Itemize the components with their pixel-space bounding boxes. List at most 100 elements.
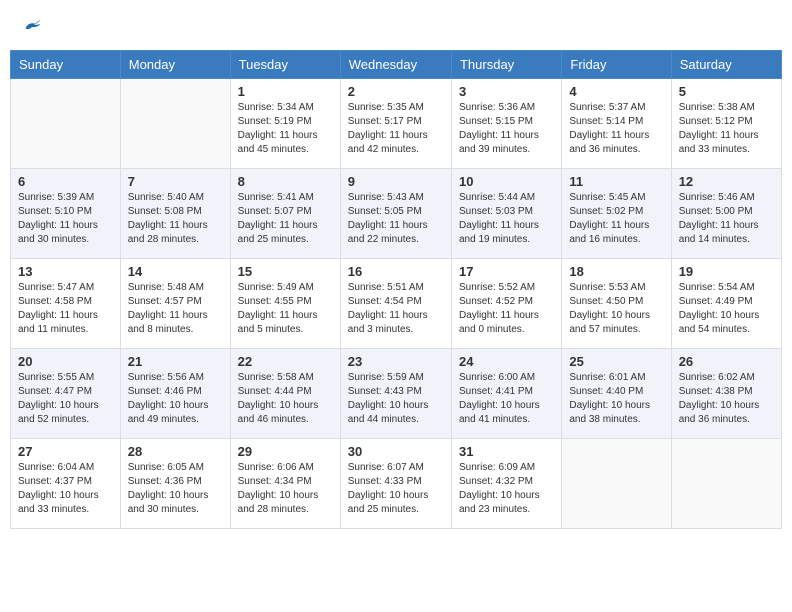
day-number: 6 xyxy=(18,174,113,189)
calendar-cell: 11 Sunrise: 5:45 AM Sunset: 5:02 PM Dayli… xyxy=(562,169,671,259)
calendar-cell: 20Sunrise: 5:55 AM Sunset: 4:47 PM Dayli… xyxy=(11,349,121,439)
day-number: 12 xyxy=(679,174,774,189)
logo xyxy=(20,15,42,35)
day-number: 28 xyxy=(128,444,223,459)
day-info: Sunrise: 5:56 AM Sunset: 4:46 PM Dayligh… xyxy=(128,371,223,427)
calendar-cell: 6 Sunrise: 5:39 AM Sunset: 5:10 PM Daylig… xyxy=(11,169,121,259)
calendar-cell: 12 Sunrise: 5:46 AM Sunset: 5:00 PM Dayli… xyxy=(671,169,781,259)
calendar-cell: 16 Sunrise: 5:51 AM Sunset: 4:54 PM Dayli… xyxy=(340,259,451,349)
day-info: Sunrise: 6:02 AM Sunset: 4:38 PM Dayligh… xyxy=(679,371,774,427)
calendar-week-row: 6 Sunrise: 5:39 AM Sunset: 5:10 PM Daylig… xyxy=(11,169,782,259)
day-number: 29 xyxy=(238,444,333,459)
calendar-cell: 8Sunrise: 5:41 AM Sunset: 5:07 PM Daylig… xyxy=(230,169,340,259)
day-info: Sunrise: 5:36 AM Sunset: 5:15 PM Dayligh… xyxy=(459,101,554,157)
day-number: 9 xyxy=(348,174,444,189)
day-number: 25 xyxy=(569,354,663,369)
day-number: 30 xyxy=(348,444,444,459)
day-info: Sunrise: 5:52 AM Sunset: 4:52 PM Dayligh… xyxy=(459,281,554,337)
day-number: 27 xyxy=(18,444,113,459)
calendar-cell: 10 Sunrise: 5:44 AM Sunset: 5:03 PM Dayli… xyxy=(451,169,561,259)
calendar-cell: 27Sunrise: 6:04 AM Sunset: 4:37 PM Dayli… xyxy=(11,439,121,529)
day-info: Sunrise: 6:01 AM Sunset: 4:40 PM Dayligh… xyxy=(569,371,663,427)
calendar-cell: 19 Sunrise: 5:54 AM Sunset: 4:49 PM Dayli… xyxy=(671,259,781,349)
day-number: 26 xyxy=(679,354,774,369)
page-header xyxy=(10,10,782,40)
day-number: 31 xyxy=(459,444,554,459)
calendar-cell: 29 Sunrise: 6:06 AM Sunset: 4:34 PM Dayli… xyxy=(230,439,340,529)
day-of-week-header: Tuesday xyxy=(230,51,340,79)
day-of-week-header: Saturday xyxy=(671,51,781,79)
day-info: Sunrise: 5:53 AM Sunset: 4:50 PM Dayligh… xyxy=(569,281,663,337)
day-of-week-header: Friday xyxy=(562,51,671,79)
calendar-cell: 9Sunrise: 5:43 AM Sunset: 5:05 PM Daylig… xyxy=(340,169,451,259)
day-info: Sunrise: 5:38 AM Sunset: 5:12 PM Dayligh… xyxy=(679,101,774,157)
calendar-cell: 22Sunrise: 5:58 AM Sunset: 4:44 PM Dayli… xyxy=(230,349,340,439)
day-number: 10 xyxy=(459,174,554,189)
day-info: Sunrise: 5:45 AM Sunset: 5:02 PM Dayligh… xyxy=(569,191,663,247)
day-info: Sunrise: 5:48 AM Sunset: 4:57 PM Dayligh… xyxy=(128,281,223,337)
day-info: Sunrise: 5:44 AM Sunset: 5:03 PM Dayligh… xyxy=(459,191,554,247)
calendar-cell: 31 Sunrise: 6:09 AM Sunset: 4:32 PM Dayli… xyxy=(451,439,561,529)
day-of-week-header: Sunday xyxy=(11,51,121,79)
calendar-cell: 13Sunrise: 5:47 AM Sunset: 4:58 PM Dayli… xyxy=(11,259,121,349)
day-number: 19 xyxy=(679,264,774,279)
calendar-cell: 21Sunrise: 5:56 AM Sunset: 4:46 PM Dayli… xyxy=(120,349,230,439)
day-info: Sunrise: 6:06 AM Sunset: 4:34 PM Dayligh… xyxy=(238,461,333,517)
calendar-body: 1 Sunrise: 5:34 AM Sunset: 5:19 PM Daylig… xyxy=(11,79,782,529)
day-number: 7 xyxy=(128,174,223,189)
calendar-cell: 3 Sunrise: 5:36 AM Sunset: 5:15 PM Daylig… xyxy=(451,79,561,169)
logo-bird-icon xyxy=(22,15,42,35)
day-info: Sunrise: 5:39 AM Sunset: 5:10 PM Dayligh… xyxy=(18,191,113,247)
calendar-table: SundayMondayTuesdayWednesdayThursdayFrid… xyxy=(10,50,782,529)
calendar-cell: 23 Sunrise: 5:59 AM Sunset: 4:43 PM Dayli… xyxy=(340,349,451,439)
day-number: 1 xyxy=(238,84,333,99)
day-number: 4 xyxy=(569,84,663,99)
day-number: 2 xyxy=(348,84,444,99)
day-info: Sunrise: 5:34 AM Sunset: 5:19 PM Dayligh… xyxy=(238,101,333,157)
day-number: 14 xyxy=(128,264,223,279)
day-info: Sunrise: 6:05 AM Sunset: 4:36 PM Dayligh… xyxy=(128,461,223,517)
calendar-cell xyxy=(11,79,121,169)
day-info: Sunrise: 5:46 AM Sunset: 5:00 PM Dayligh… xyxy=(679,191,774,247)
day-number: 3 xyxy=(459,84,554,99)
calendar-cell: 5 Sunrise: 5:38 AM Sunset: 5:12 PM Daylig… xyxy=(671,79,781,169)
calendar-cell: 30 Sunrise: 6:07 AM Sunset: 4:33 PM Dayli… xyxy=(340,439,451,529)
day-number: 23 xyxy=(348,354,444,369)
calendar-cell xyxy=(671,439,781,529)
day-info: Sunrise: 5:54 AM Sunset: 4:49 PM Dayligh… xyxy=(679,281,774,337)
calendar-cell: 14 Sunrise: 5:48 AM Sunset: 4:57 PM Dayli… xyxy=(120,259,230,349)
calendar-week-row: 27Sunrise: 6:04 AM Sunset: 4:37 PM Dayli… xyxy=(11,439,782,529)
calendar-cell xyxy=(120,79,230,169)
day-number: 17 xyxy=(459,264,554,279)
day-info: Sunrise: 5:37 AM Sunset: 5:14 PM Dayligh… xyxy=(569,101,663,157)
day-info: Sunrise: 5:49 AM Sunset: 4:55 PM Dayligh… xyxy=(238,281,333,337)
day-info: Sunrise: 5:59 AM Sunset: 4:43 PM Dayligh… xyxy=(348,371,444,427)
day-number: 16 xyxy=(348,264,444,279)
calendar-cell: 26 Sunrise: 6:02 AM Sunset: 4:38 PM Dayli… xyxy=(671,349,781,439)
calendar-cell xyxy=(562,439,671,529)
calendar-header-row: SundayMondayTuesdayWednesdayThursdayFrid… xyxy=(11,51,782,79)
day-info: Sunrise: 6:09 AM Sunset: 4:32 PM Dayligh… xyxy=(459,461,554,517)
day-number: 8 xyxy=(238,174,333,189)
day-number: 13 xyxy=(18,264,113,279)
day-info: Sunrise: 5:55 AM Sunset: 4:47 PM Dayligh… xyxy=(18,371,113,427)
calendar-cell: 24Sunrise: 6:00 AM Sunset: 4:41 PM Dayli… xyxy=(451,349,561,439)
day-info: Sunrise: 5:58 AM Sunset: 4:44 PM Dayligh… xyxy=(238,371,333,427)
day-info: Sunrise: 6:00 AM Sunset: 4:41 PM Dayligh… xyxy=(459,371,554,427)
calendar-cell: 17 Sunrise: 5:52 AM Sunset: 4:52 PM Dayli… xyxy=(451,259,561,349)
day-info: Sunrise: 5:40 AM Sunset: 5:08 PM Dayligh… xyxy=(128,191,223,247)
day-of-week-header: Monday xyxy=(120,51,230,79)
calendar-cell: 2Sunrise: 5:35 AM Sunset: 5:17 PM Daylig… xyxy=(340,79,451,169)
day-of-week-header: Wednesday xyxy=(340,51,451,79)
day-info: Sunrise: 6:07 AM Sunset: 4:33 PM Dayligh… xyxy=(348,461,444,517)
day-number: 5 xyxy=(679,84,774,99)
day-number: 15 xyxy=(238,264,333,279)
day-info: Sunrise: 5:51 AM Sunset: 4:54 PM Dayligh… xyxy=(348,281,444,337)
calendar-week-row: 20Sunrise: 5:55 AM Sunset: 4:47 PM Dayli… xyxy=(11,349,782,439)
calendar-week-row: 1 Sunrise: 5:34 AM Sunset: 5:19 PM Daylig… xyxy=(11,79,782,169)
calendar-cell: 15 Sunrise: 5:49 AM Sunset: 4:55 PM Dayli… xyxy=(230,259,340,349)
day-number: 11 xyxy=(569,174,663,189)
calendar-cell: 18Sunrise: 5:53 AM Sunset: 4:50 PM Dayli… xyxy=(562,259,671,349)
calendar-cell: 25 Sunrise: 6:01 AM Sunset: 4:40 PM Dayli… xyxy=(562,349,671,439)
calendar-cell: 28 Sunrise: 6:05 AM Sunset: 4:36 PM Dayli… xyxy=(120,439,230,529)
